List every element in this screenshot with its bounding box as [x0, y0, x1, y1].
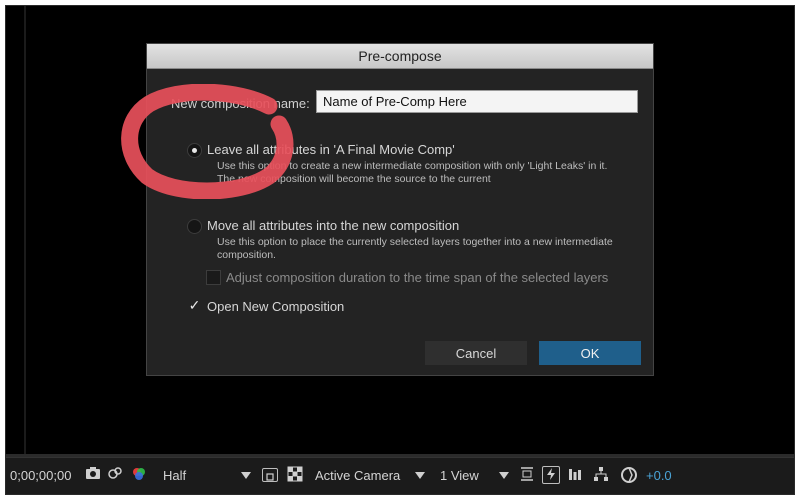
composition-name-label: New composition name:	[171, 96, 310, 111]
timeline-icon[interactable]	[566, 466, 584, 484]
views-chevron-down-icon[interactable]	[499, 472, 509, 479]
ok-button[interactable]: OK	[539, 341, 641, 365]
composition-viewer: Pre-compose New composition name: Leave …	[6, 6, 794, 457]
leave-attributes-radio[interactable]	[187, 143, 202, 158]
viewer-toolbar: 0;00;00;00 Half Active Camera 1 View +0.…	[6, 457, 794, 494]
move-attributes-label[interactable]: Move all attributes into the new composi…	[207, 218, 459, 233]
color-channels-icon[interactable]	[130, 466, 148, 484]
resolution-dropdown[interactable]: Half	[163, 467, 186, 485]
exposure-value[interactable]: +0.0	[646, 467, 672, 485]
timecode[interactable]: 0;00;00;00	[10, 467, 71, 485]
fast-previews-icon[interactable]	[542, 466, 560, 484]
viewer-left-edge	[24, 6, 26, 456]
camera-view-dropdown[interactable]: Active Camera	[315, 467, 400, 485]
camera-chevron-down-icon[interactable]	[415, 472, 425, 479]
app-window: Pre-compose New composition name: Leave …	[5, 5, 795, 495]
camera-snapshot-icon[interactable]	[84, 466, 102, 484]
dialog-title: Pre-compose	[147, 44, 653, 69]
cancel-button[interactable]: Cancel	[425, 341, 527, 365]
resolution-chevron-down-icon[interactable]	[241, 472, 251, 479]
move-attributes-description: Use this option to place the currently s…	[217, 236, 613, 261]
transparency-grid-icon[interactable]	[286, 466, 304, 484]
leave-attributes-description: Use this option to create a new intermed…	[217, 160, 608, 185]
open-new-composition-checkbox[interactable]: ✓	[187, 298, 202, 313]
view-layout-dropdown[interactable]: 1 View	[440, 467, 479, 485]
show-snapshot-icon[interactable]	[106, 466, 124, 484]
move-attributes-radio[interactable]	[187, 219, 202, 234]
adjust-duration-checkbox[interactable]	[206, 270, 221, 285]
flowchart-icon[interactable]	[592, 466, 610, 484]
composition-name-input[interactable]	[316, 90, 638, 113]
exposure-reset-icon[interactable]	[620, 466, 638, 484]
open-new-composition-label[interactable]: Open New Composition	[207, 299, 344, 314]
adjust-duration-label: Adjust composition duration to the time …	[226, 270, 609, 285]
leave-attributes-label[interactable]: Leave all attributes in 'A Final Movie C…	[207, 142, 455, 157]
toggle-pixel-aspect-icon[interactable]	[518, 466, 536, 484]
region-of-interest-icon[interactable]	[262, 468, 278, 482]
precompose-dialog: Pre-compose New composition name: Leave …	[146, 43, 654, 376]
